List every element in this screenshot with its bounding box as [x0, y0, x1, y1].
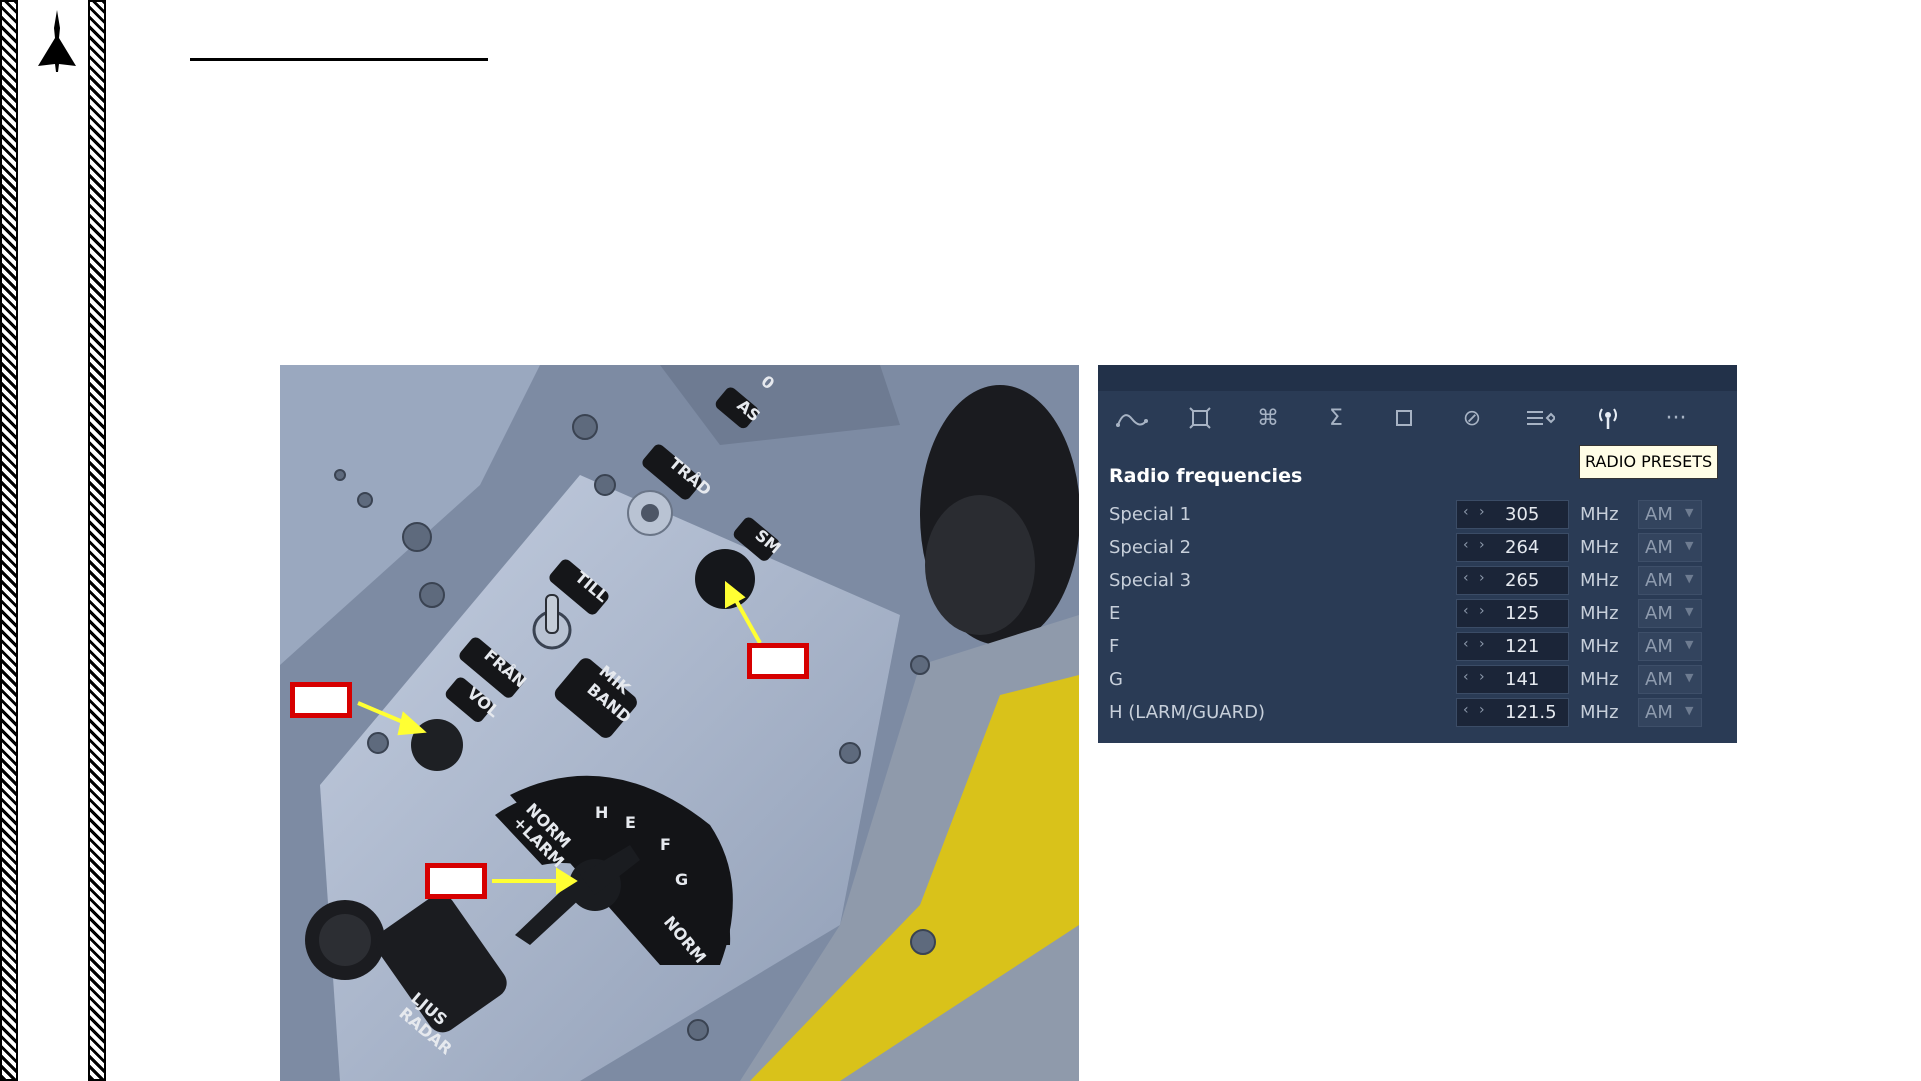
frequency-input[interactable]: ‹ › 141	[1456, 665, 1569, 694]
stepper-arrows-icon[interactable]: ‹ ›	[1463, 570, 1488, 586]
frequency-value: 121.5	[1505, 702, 1557, 723]
panel-top-bar	[1098, 365, 1737, 391]
chevron-down-icon: ▼	[1685, 671, 1694, 684]
modulation-value: AM	[1645, 537, 1673, 558]
frequency-value: 305	[1505, 504, 1540, 525]
preset-label: Special 3	[1109, 570, 1192, 591]
g-label: G	[675, 870, 688, 889]
unit-label: MHz	[1580, 636, 1619, 657]
frequency-input[interactable]: ‹ › 125	[1456, 599, 1569, 628]
preset-label: Special 2	[1109, 537, 1192, 558]
stepper-arrows-icon[interactable]: ‹ ›	[1463, 537, 1488, 553]
frequency-value: 121	[1505, 636, 1540, 657]
slide-title-underline	[190, 58, 488, 61]
modulation-select[interactable]: AM ▼	[1638, 533, 1702, 562]
preset-label: E	[1109, 603, 1121, 624]
radio-presets-tooltip: RADIO PRESETS	[1579, 445, 1719, 479]
unit-label: MHz	[1580, 537, 1619, 558]
preset-row: H (LARM/GUARD) ‹ › 121.5 MHz AM ▼	[1098, 696, 1737, 729]
frequency-value: 265	[1505, 570, 1540, 591]
preset-label: G	[1109, 669, 1123, 690]
vol-callout-box	[290, 682, 352, 718]
sigma-icon[interactable]: Σ	[1302, 391, 1370, 445]
list-icon[interactable]	[1506, 391, 1574, 445]
unit-label: MHz	[1580, 603, 1619, 624]
frequency-value: 141	[1505, 669, 1540, 690]
modulation-select[interactable]: AM ▼	[1638, 599, 1702, 628]
frequency-input[interactable]: ‹ › 121.5	[1456, 698, 1569, 727]
preset-row: F ‹ › 121 MHz AM ▼	[1098, 630, 1737, 663]
frequency-input[interactable]: ‹ › 265	[1456, 566, 1569, 595]
unit-label: MHz	[1580, 702, 1619, 723]
selector-callout-box	[425, 863, 487, 899]
modulation-select[interactable]: AM ▼	[1638, 500, 1702, 529]
stepper-arrows-icon[interactable]: ‹ ›	[1463, 603, 1488, 619]
frequency-input[interactable]: ‹ › 121	[1456, 632, 1569, 661]
route-icon[interactable]	[1098, 391, 1166, 445]
sm-callout-box	[747, 643, 809, 679]
preset-row: Special 2 ‹ › 264 MHz AM ▼	[1098, 531, 1737, 564]
modulation-value: AM	[1645, 636, 1673, 657]
modulation-select[interactable]: AM ▼	[1638, 698, 1702, 727]
prohibited-icon[interactable]: ⊘	[1438, 391, 1506, 445]
unit-label: MHz	[1580, 570, 1619, 591]
modulation-value: AM	[1645, 702, 1673, 723]
preset-row: Special 1 ‹ › 305 MHz AM ▼	[1098, 498, 1737, 531]
preset-label: H (LARM/GUARD)	[1109, 702, 1265, 723]
modulation-select[interactable]: AM ▼	[1638, 665, 1702, 694]
chevron-down-icon: ▼	[1685, 704, 1694, 717]
h-label: H	[595, 803, 608, 822]
more-icon[interactable]: ···	[1642, 391, 1710, 445]
chevron-down-icon: ▼	[1685, 605, 1694, 618]
aircraft-logo-icon	[38, 10, 76, 72]
modulation-value: AM	[1645, 570, 1673, 591]
unit-label: MHz	[1580, 669, 1619, 690]
section-title: Radio frequencies	[1109, 465, 1303, 487]
modulation-value: AM	[1645, 603, 1673, 624]
preset-row: G ‹ › 141 MHz AM ▼	[1098, 663, 1737, 696]
preset-label: F	[1109, 636, 1120, 657]
frequency-input[interactable]: ‹ › 305	[1456, 500, 1569, 529]
modulation-select[interactable]: AM ▼	[1638, 566, 1702, 595]
modulation-select[interactable]: AM ▼	[1638, 632, 1702, 661]
preset-label: Special 1	[1109, 504, 1192, 525]
stepper-arrows-icon[interactable]: ‹ ›	[1463, 636, 1488, 652]
frequency-input[interactable]: ‹ › 264	[1456, 533, 1569, 562]
modulation-value: AM	[1645, 504, 1673, 525]
preset-row: E ‹ › 125 MHz AM ▼	[1098, 597, 1737, 630]
frequency-value: 125	[1505, 603, 1540, 624]
f-label: F	[660, 835, 671, 854]
e-label: E	[625, 813, 636, 832]
stepper-arrows-icon[interactable]: ‹ ›	[1463, 669, 1488, 685]
left-border-stripe	[0, 0, 18, 1081]
command-icon[interactable]: ⌘	[1234, 391, 1302, 445]
chevron-down-icon: ▼	[1685, 572, 1694, 585]
unit-label: MHz	[1580, 504, 1619, 525]
preset-row: Special 3 ‹ › 265 MHz AM ▼	[1098, 564, 1737, 597]
cockpit-radio-panel-photo: TRÅD SM TILL FRÅN VOL MIK BAND AS 0 NORM…	[280, 365, 1079, 1081]
stepper-arrows-icon[interactable]: ‹ ›	[1463, 702, 1488, 718]
right-border-stripe	[88, 0, 106, 1081]
radio-presets-panel: ⌘ Σ ⊘ ··· RADIO PRESETS Radio frequencie…	[1098, 365, 1737, 743]
target-icon[interactable]	[1166, 391, 1234, 445]
radio-antenna-icon[interactable]	[1574, 391, 1642, 445]
panel-toolbar: ⌘ Σ ⊘ ···	[1098, 391, 1737, 445]
frequency-value: 264	[1505, 537, 1540, 558]
stepper-arrows-icon[interactable]: ‹ ›	[1463, 504, 1488, 520]
chevron-down-icon: ▼	[1685, 638, 1694, 651]
square-icon[interactable]	[1370, 391, 1438, 445]
chevron-down-icon: ▼	[1685, 539, 1694, 552]
chevron-down-icon: ▼	[1685, 506, 1694, 519]
modulation-value: AM	[1645, 669, 1673, 690]
